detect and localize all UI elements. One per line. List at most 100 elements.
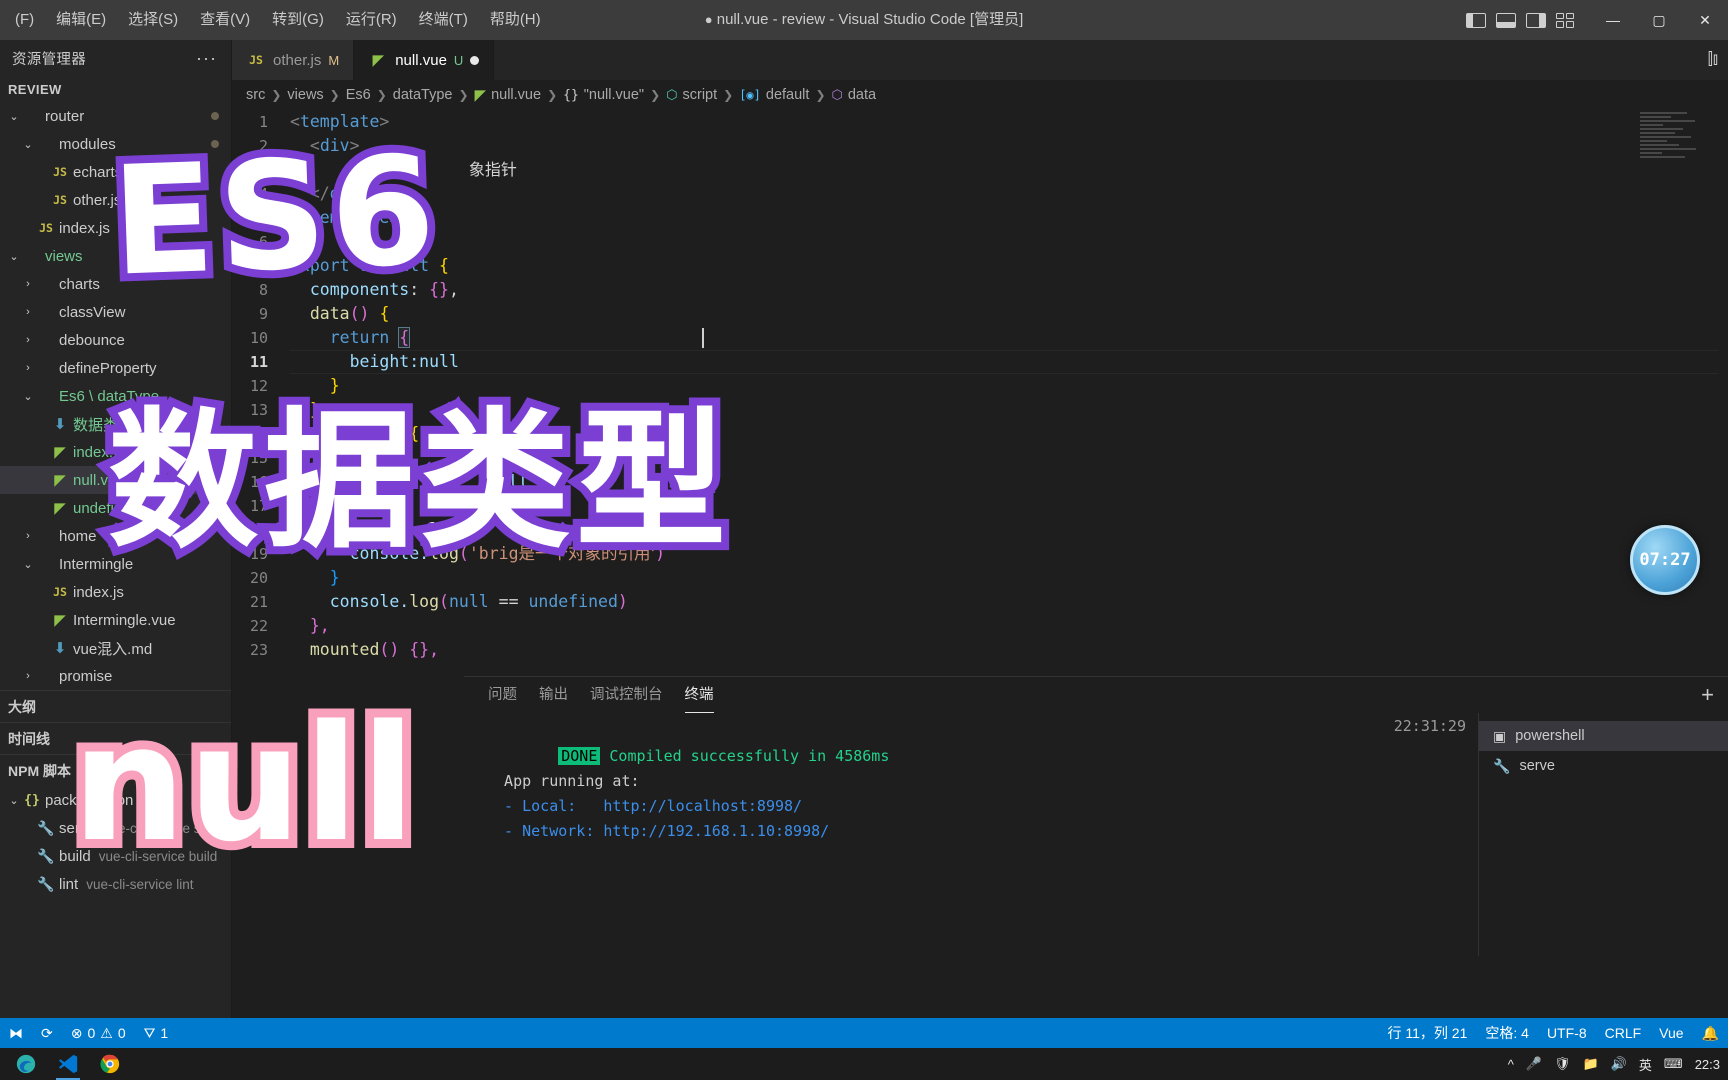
menu-item-selection[interactable]: 选择(S) xyxy=(117,0,189,40)
problems-indicator[interactable]: ⊗ 0 ⚠ 0 xyxy=(62,1018,135,1048)
tray-expand-icon[interactable]: ^ xyxy=(1508,1057,1514,1072)
tree-item-intermingle-vue[interactable]: ◤ Intermingle.vue xyxy=(0,606,231,634)
npm-item-serve[interactable]: 🔧 serve vue-cli-service serve xyxy=(0,814,231,842)
timeline-panel-header[interactable]: 时间线 xyxy=(0,722,231,754)
tray-mic-icon[interactable]: 🎤 xyxy=(1526,1056,1542,1072)
taskbar-clock[interactable]: 22:3 xyxy=(1695,1057,1720,1072)
tree-item-debounce[interactable]: › debounce xyxy=(0,326,231,354)
tree-item-label: classView xyxy=(59,303,126,321)
taskbar-vscode-icon[interactable] xyxy=(48,1048,88,1080)
panel-tab-terminal[interactable]: 终端 xyxy=(684,677,714,713)
toggle-panel-icon[interactable] xyxy=(1496,12,1516,28)
remote-icon: ⧓ xyxy=(9,1024,23,1041)
new-terminal-icon[interactable]: + xyxy=(1701,682,1714,708)
breadcrumb-datatype[interactable]: dataType xyxy=(393,87,453,103)
breadcrumb-separator-icon: ❯ xyxy=(815,88,826,102)
toggle-primary-sidebar-icon[interactable] xyxy=(1466,12,1486,28)
tree-item-null-vue[interactable]: ◤ null.vue xyxy=(0,466,231,494)
npm-item-build[interactable]: 🔧 build vue-cli-service build xyxy=(0,842,231,870)
breadcrumb-symbol-script[interactable]: ⬡ script xyxy=(666,87,717,103)
terminal-list-item-serve[interactable]: 🔧 serve xyxy=(1479,751,1728,781)
panel-tab-problems[interactable]: 问题 xyxy=(488,677,517,713)
remote-indicator[interactable]: ⧓ xyxy=(0,1018,32,1048)
notifications-bell-icon[interactable]: 🔔 xyxy=(1693,1018,1728,1048)
module-cube-icon: ⬡ xyxy=(666,87,678,102)
breadcrumb-src[interactable]: src xyxy=(246,87,265,103)
menu-item-terminal[interactable]: 终端(T) xyxy=(408,0,479,40)
menu-item-view[interactable]: 查看(V) xyxy=(189,0,261,40)
tree-item-home[interactable]: › home xyxy=(0,522,231,550)
taskbar-chrome-icon[interactable] xyxy=(90,1048,130,1080)
menu-item-help[interactable]: 帮助(H) xyxy=(479,0,552,40)
breadcrumb-symbol-file[interactable]: {} "null.vue" xyxy=(563,87,644,103)
source-control-sync[interactable]: ⟳ xyxy=(32,1018,62,1048)
npm-scripts-panel-header[interactable]: NPM 脚本 xyxy=(0,754,231,786)
tree-item-intermingle[interactable]: ⌄ Intermingle xyxy=(0,550,231,578)
panel-tab-output[interactable]: 输出 xyxy=(539,677,568,713)
tray-ime-indicator[interactable]: 英 xyxy=(1639,1055,1652,1074)
tree-item-es6-datatype[interactable]: ⌄ Es6 \ dataType xyxy=(0,382,231,410)
tree-item-promise[interactable]: › promise xyxy=(0,662,231,690)
project-root-label[interactable]: REVIEW xyxy=(0,76,231,102)
js-file-icon: JS xyxy=(39,221,53,235)
language-mode[interactable]: Vue xyxy=(1650,1018,1692,1048)
tab-other-js[interactable]: JS other.js M xyxy=(232,40,355,80)
tree-item-router[interactable]: ⌄ router xyxy=(0,102,231,130)
tree-item-md[interactable]: ⬇ 数据类型.md xyxy=(0,410,231,438)
outline-panel-header[interactable]: 大纲 xyxy=(0,690,231,722)
toggle-secondary-sidebar-icon[interactable] xyxy=(1526,12,1546,28)
editor-minimap[interactable] xyxy=(1640,110,1718,220)
code-token: 是一个对象的引用' xyxy=(518,544,656,563)
breadcrumb-es6[interactable]: Es6 xyxy=(346,87,371,103)
ports-indicator[interactable]: ⛛ 1 xyxy=(135,1018,178,1048)
cursor-position[interactable]: 行 11，列 21 xyxy=(1378,1018,1476,1048)
tab-null-vue[interactable]: ◤ null.vue U xyxy=(354,40,495,80)
split-editor-icon[interactable]: ⫿⫾ xyxy=(1708,51,1718,69)
tree-item-index-js[interactable]: JS index.js xyxy=(0,578,231,606)
close-button[interactable]: ✕ xyxy=(1682,0,1728,40)
tree-item-echarts-js[interactable]: JS echarts.js xyxy=(0,158,231,186)
eol-sequence[interactable]: CRLF xyxy=(1596,1018,1651,1048)
explorer-more-icon[interactable]: ··· xyxy=(196,49,217,67)
taskbar-edge-icon[interactable] xyxy=(6,1048,46,1080)
panel-tab-debug-console[interactable]: 调试控制台 xyxy=(590,677,663,713)
code-line: 14 created() { xyxy=(232,422,1728,446)
indentation[interactable]: 空格: 4 xyxy=(1476,1018,1538,1048)
minimize-button[interactable]: — xyxy=(1590,0,1636,40)
terminal-list-item-powershell[interactable]: ▣ powershell xyxy=(1479,721,1728,751)
tree-item-classview[interactable]: › classView xyxy=(0,298,231,326)
terminal-output[interactable]: DONE Compiled successfully in 4586ms App… xyxy=(464,713,1478,956)
vue-file-icon: ◤ xyxy=(54,612,66,629)
tree-item-label: Intermingle.vue xyxy=(73,611,176,629)
npm-item-lint[interactable]: 🔧 lint vue-cli-service lint xyxy=(0,870,231,898)
tray-keyboard-icon[interactable]: ⌨ xyxy=(1664,1056,1683,1072)
menu-item-edit[interactable]: 编辑(E) xyxy=(45,0,117,40)
tree-item-other-js[interactable]: JS other.js xyxy=(0,186,231,214)
tree-item-index-vue[interactable]: ◤ index.vue xyxy=(0,438,231,466)
maximize-button[interactable]: ▢ xyxy=(1636,0,1682,40)
npm-item-package-json[interactable]: ⌄ {} package.json xyxy=(0,786,231,814)
breadcrumb-null-vue[interactable]: ◤ null.vue xyxy=(475,86,542,104)
tree-item-modules[interactable]: ⌄ modules xyxy=(0,130,231,158)
line-number: 8 xyxy=(258,281,268,299)
breadcrumb-symbol-default[interactable]: [◉] default xyxy=(739,87,809,103)
chevron-icon: › xyxy=(26,306,30,318)
tree-item-vue-md[interactable]: ⬇ vue混入.md xyxy=(0,634,231,662)
line-number: 15 xyxy=(249,449,268,467)
tree-item-index-js[interactable]: JS index.js xyxy=(0,214,231,242)
tree-item-charts[interactable]: › charts xyxy=(0,270,231,298)
customize-layout-icon[interactable] xyxy=(1556,12,1574,28)
code-editor[interactable]: 1 <<template>template> 2 <div> 3 象指针 4 <… xyxy=(232,110,1728,738)
tree-item-defineproperty[interactable]: › defineProperty xyxy=(0,354,231,382)
breadcrumb-views[interactable]: views xyxy=(287,87,323,103)
tree-item-undefined-vue[interactable]: ◤ undefined.vue xyxy=(0,494,231,522)
menu-item-run[interactable]: 运行(R) xyxy=(335,0,408,40)
menu-item-file[interactable]: (F) xyxy=(4,0,45,40)
tray-security-icon[interactable]: 🛡 xyxy=(1554,1056,1571,1072)
breadcrumb-symbol-data[interactable]: ⬡ data xyxy=(832,87,877,103)
menu-item-go[interactable]: 转到(G) xyxy=(261,0,335,40)
tree-item-views[interactable]: ⌄ views xyxy=(0,242,231,270)
tray-files-icon[interactable]: 📁 xyxy=(1583,1056,1599,1072)
encoding[interactable]: UTF-8 xyxy=(1538,1018,1596,1048)
tray-volume-icon[interactable]: 🔊 xyxy=(1611,1056,1627,1072)
